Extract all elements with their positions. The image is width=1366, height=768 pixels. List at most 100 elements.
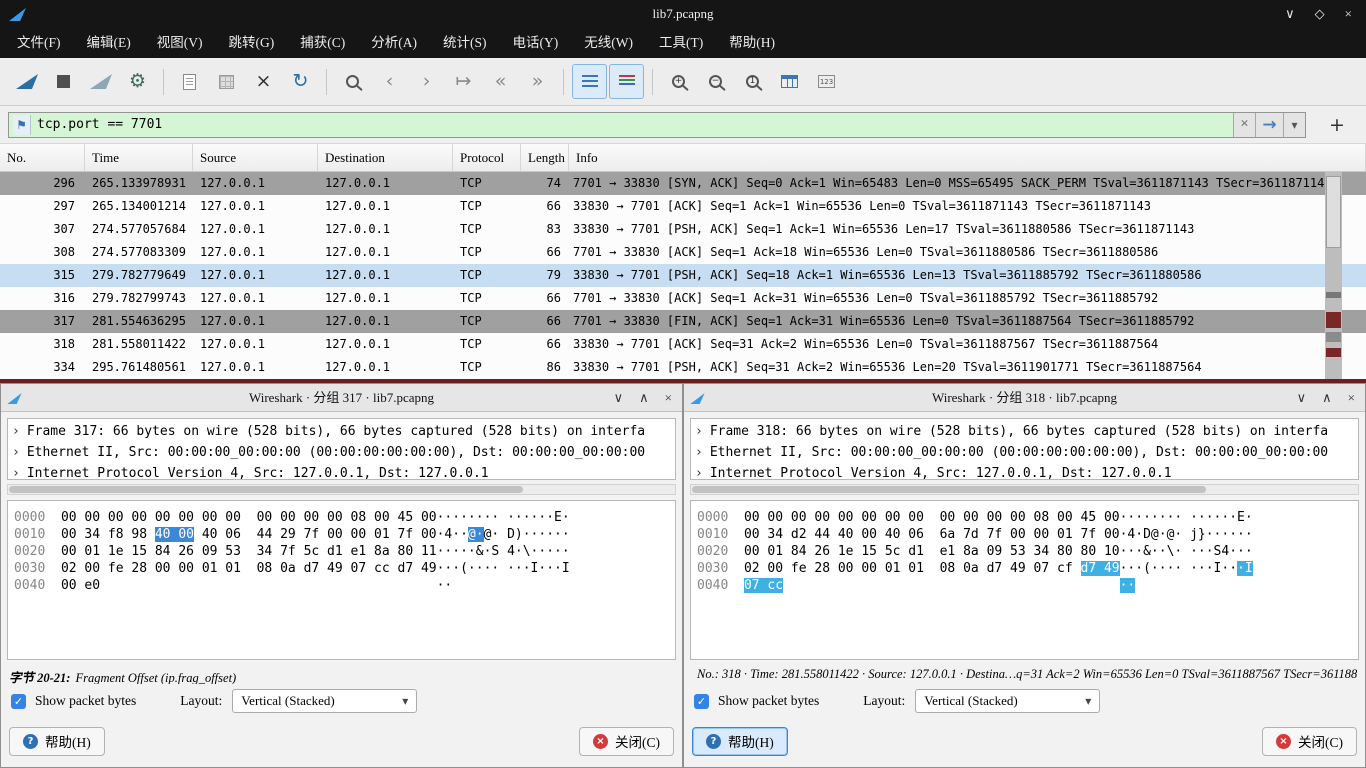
close-icon[interactable]: × [1345,6,1352,22]
capture-options-icon[interactable]: ⚙ [120,64,155,99]
menu-item[interactable]: 工具(T) [646,28,716,58]
close-button[interactable]: 关闭(C) [579,727,674,756]
reload-file-icon[interactable]: ↻ [283,64,318,99]
layout-select[interactable]: Vertical (Stacked) [915,689,1100,713]
close-icon[interactable]: × [1348,390,1355,406]
column-header-no[interactable]: No. [0,144,85,171]
layout-select[interactable]: Vertical (Stacked) [232,689,417,713]
menu-item[interactable]: 无线(W) [571,28,646,58]
expander-icon[interactable]: › [12,445,20,460]
hex-row[interactable]: 003002 00 fe 28 00 00 01 01 08 0a d7 49 … [697,560,1352,577]
go-forward-icon[interactable]: › [409,64,444,99]
hex-row[interactable]: 002000 01 1e 15 84 26 09 53 34 7f 5c d1 … [14,543,669,560]
expander-icon[interactable]: › [12,424,20,439]
tree-line[interactable]: ›Internet Protocol Version 4, Src: 127.0… [12,463,671,480]
resize-columns-icon[interactable] [772,64,807,99]
hex-row[interactable]: 004007 cc·· [697,577,1352,594]
scrollbar-thumb[interactable] [692,486,1206,493]
maximize-icon[interactable]: ∧ [639,390,649,406]
packet-list-scrollbar[interactable] [1325,172,1342,379]
expander-icon[interactable]: › [12,466,20,480]
filter-dropdown-icon[interactable] [1283,113,1305,137]
packet-row-317[interactable]: 317281.554636295127.0.0.1127.0.0.1TCP667… [0,310,1366,333]
tree-line[interactable]: ›Ethernet II, Src: 00:00:00_00:00:00 (00… [695,442,1354,463]
hex-row[interactable]: 000000 00 00 00 00 00 00 00 00 00 00 00 … [14,509,669,526]
go-first-packet-icon[interactable]: « [483,64,518,99]
maximize-icon[interactable]: ∧ [1322,390,1332,406]
hex-row[interactable]: 004000 e0·· [14,577,669,594]
auto-scroll-icon[interactable] [572,64,607,99]
column-header-protocol[interactable]: Protocol [453,144,521,171]
find-packet-icon[interactable] [335,64,370,99]
scrollbar-thumb[interactable] [1326,176,1341,248]
go-to-packet-icon[interactable]: ↦ [446,64,481,99]
expander-icon[interactable]: › [695,466,703,480]
menu-item[interactable]: 编辑(E) [74,28,144,58]
show-packet-bytes-checkbox[interactable] [11,694,26,709]
hex-row[interactable]: 001000 34 d2 44 40 00 40 06 6a 7d 7f 00 … [697,526,1352,543]
show-packet-bytes-checkbox[interactable] [694,694,709,709]
open-file-icon[interactable] [172,64,207,99]
filter-bookmark-icon[interactable] [13,115,31,135]
apply-filter-icon[interactable] [1255,113,1283,137]
menu-item[interactable]: 统计(S) [430,28,500,58]
packet-row-316[interactable]: 316279.782799743127.0.0.1127.0.0.1TCP667… [0,287,1366,310]
packet-row-307[interactable]: 307274.577057684127.0.0.1127.0.0.1TCP833… [0,218,1366,241]
go-last-packet-icon[interactable]: » [520,64,555,99]
stop-capture-icon[interactable] [46,64,81,99]
column-header-length[interactable]: Length [521,144,569,171]
menu-item[interactable]: 视图(V) [144,28,216,58]
tree-line[interactable]: ›Ethernet II, Src: 00:00:00_00:00:00 (00… [12,442,671,463]
zoom-out-icon[interactable]: − [698,64,733,99]
menu-item[interactable]: 帮助(H) [716,28,788,58]
maximize-icon[interactable]: ◇ [1315,6,1325,22]
close-button[interactable]: 关闭(C) [1262,727,1357,756]
help-button[interactable]: 帮助(H) [692,727,788,756]
packet-row-334[interactable]: 334295.761480561127.0.0.1127.0.0.1TCP863… [0,356,1366,379]
start-capture-icon[interactable] [9,64,44,99]
number-columns-icon[interactable]: 123 [809,64,844,99]
scrollbar-thumb[interactable] [9,486,523,493]
close-file-icon[interactable]: × [246,64,281,99]
zoom-100-icon[interactable]: 1 [735,64,770,99]
zoom-in-icon[interactable]: + [661,64,696,99]
packet-row-315[interactable]: 315279.782779649127.0.0.1127.0.0.1TCP793… [0,264,1366,287]
menu-item[interactable]: 捕获(C) [287,28,358,58]
packet-row-318[interactable]: 318281.558011422127.0.0.1127.0.0.1TCP663… [0,333,1366,356]
go-back-icon[interactable]: ‹ [372,64,407,99]
column-header-destination[interactable]: Destination [318,144,453,171]
colorize-icon[interactable] [609,64,644,99]
detail-horizontal-scrollbar[interactable] [7,484,676,495]
display-filter-input[interactable]: tcp.port == 7701 [8,112,1306,138]
tree-line[interactable]: ›Frame 317: 66 bytes on wire (528 bits),… [12,421,671,442]
tree-line[interactable]: ›Frame 318: 66 bytes on wire (528 bits),… [695,421,1354,442]
minimize-icon[interactable]: ∨ [1285,6,1295,22]
hex-row[interactable]: 002000 01 84 26 1e 15 5c d1 e1 8a 09 53 … [697,543,1352,560]
close-icon[interactable]: × [665,390,672,406]
packet-row-308[interactable]: 308274.577083309127.0.0.1127.0.0.1TCP667… [0,241,1366,264]
save-file-icon[interactable] [209,64,244,99]
minimize-icon[interactable]: ∨ [1297,390,1307,406]
column-header-source[interactable]: Source [193,144,318,171]
hex-row[interactable]: 000000 00 00 00 00 00 00 00 00 00 00 00 … [697,509,1352,526]
hex-row[interactable]: 003002 00 fe 28 00 00 01 01 08 0a d7 49 … [14,560,669,577]
restart-capture-icon[interactable] [83,64,118,99]
menu-item[interactable]: 跳转(G) [216,28,288,58]
expander-icon[interactable]: › [695,445,703,460]
help-button[interactable]: 帮助(H) [9,727,105,756]
detail-horizontal-scrollbar[interactable] [690,484,1359,495]
column-header-info[interactable]: Info [569,144,1366,171]
packet-row-296[interactable]: 296265.133978931127.0.0.1127.0.0.1TCP747… [0,172,1366,195]
menu-item[interactable]: 文件(F) [4,28,74,58]
expander-icon[interactable]: › [695,424,703,439]
tree-line[interactable]: ›Internet Protocol Version 4, Src: 127.0… [695,463,1354,480]
menu-item[interactable]: 电话(Y) [500,28,572,58]
column-header-time[interactable]: Time [85,144,193,171]
packet-row-297[interactable]: 297265.134001214127.0.0.1127.0.0.1TCP663… [0,195,1366,218]
hex-row[interactable]: 001000 34 f8 98 40 00 40 06 44 29 7f 00 … [14,526,669,543]
clear-filter-icon[interactable] [1233,113,1255,137]
filter-value[interactable]: tcp.port == 7701 [37,117,162,132]
menu-item[interactable]: 分析(A) [358,28,430,58]
minimize-icon[interactable]: ∨ [614,390,624,406]
add-filter-button[interactable]: + [1324,112,1350,138]
